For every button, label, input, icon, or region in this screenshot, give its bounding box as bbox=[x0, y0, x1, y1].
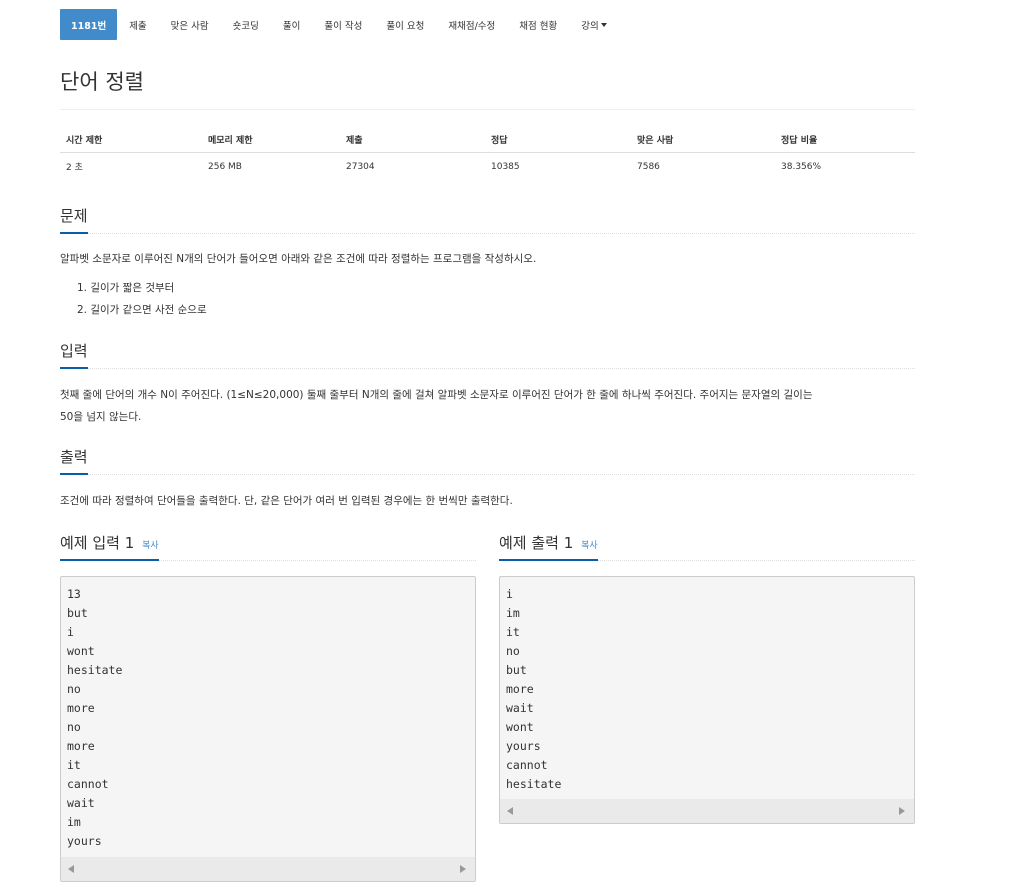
description-header: 문제 bbox=[60, 205, 915, 234]
nav-write-solution[interactable]: 풀이 작성 bbox=[312, 9, 374, 40]
list-item: 1. 길이가 짧은 것부터 bbox=[77, 282, 175, 294]
sample-input-box[interactable]: 13 but i wont hesitate no more no more it cannot wa… bbox=[60, 576, 476, 882]
input-text-line-2: 50을 넘지 않는다. bbox=[60, 411, 142, 423]
nav-short-coding[interactable]: 숏코딩 bbox=[221, 9, 271, 40]
input-text: 첫째 줄에 단어의 개수 N이 주어진다. (1≤N≤20,000) 둘째 줄부… bbox=[60, 384, 920, 428]
value-submissions: 27304 bbox=[346, 161, 375, 172]
code-line: wont bbox=[67, 644, 95, 658]
code-line: no bbox=[67, 720, 81, 734]
input-header: 입력 bbox=[60, 340, 915, 369]
problem-nav: 1181번 제출 맞은 사람 숏코딩 풀이 풀이 작성 풀이 요청 재채점/수정… bbox=[60, 9, 619, 40]
value-time-limit: 2 초 bbox=[66, 163, 83, 173]
code-line: but bbox=[67, 606, 88, 620]
nav-submit[interactable]: 제출 bbox=[117, 9, 158, 40]
sample-input-title-wrap: 예제 입력 1 복사 bbox=[60, 532, 159, 561]
sample-input-title: 예제 입력 1 bbox=[60, 534, 135, 552]
sample-output-header: 예제 출력 1 복사 bbox=[499, 532, 915, 561]
sample-input-code: 13 but i wont hesitate no more no more it cannot wa… bbox=[61, 577, 475, 851]
list-item: 2. 길이가 같으면 사전 순으로 bbox=[77, 304, 207, 316]
nav-lecture-dropdown[interactable]: 강의 bbox=[569, 9, 618, 40]
code-line: it bbox=[67, 758, 81, 772]
code-line: yours bbox=[67, 834, 102, 848]
section-divider bbox=[60, 233, 915, 234]
output-text: 조건에 따라 정렬하여 단어들을 출력한다. 단, 같은 단어가 여러 번 입력… bbox=[60, 495, 513, 507]
caret-down-icon bbox=[600, 22, 607, 27]
code-line: more bbox=[67, 739, 95, 753]
code-line: it bbox=[506, 625, 520, 639]
input-title: 입력 bbox=[60, 340, 88, 369]
code-line: wait bbox=[506, 701, 534, 715]
header-time-limit: 시간 제한 bbox=[60, 128, 202, 153]
code-line: i bbox=[506, 587, 513, 601]
copy-output-button[interactable]: 복사 bbox=[581, 541, 598, 551]
header-accepted: 정답 bbox=[485, 128, 631, 153]
sample-output-code: i im it no but more wait wont yours cannot hesitat… bbox=[500, 577, 914, 794]
horizontal-scrollbar[interactable] bbox=[500, 799, 914, 823]
nav-solutions[interactable]: 풀이 bbox=[271, 9, 312, 40]
nav-request-solution[interactable]: 풀이 요청 bbox=[374, 9, 436, 40]
table-row: 2 초 256 MB 27304 10385 7586 38.356% bbox=[60, 153, 915, 181]
code-line: no bbox=[67, 682, 81, 696]
title-divider bbox=[60, 109, 915, 110]
nav-problem-number[interactable]: 1181번 bbox=[60, 9, 118, 40]
value-accept-ratio: 38.356% bbox=[781, 161, 822, 172]
section-divider bbox=[60, 474, 915, 475]
nav-accepted-users[interactable]: 맞은 사람 bbox=[159, 9, 221, 40]
code-line: more bbox=[67, 701, 95, 715]
header-memory-limit: 메모리 제한 bbox=[202, 128, 340, 153]
scroll-right-icon[interactable] bbox=[460, 865, 466, 873]
sample-output-title: 예제 출력 1 bbox=[499, 534, 574, 552]
code-line: yours bbox=[506, 739, 541, 753]
code-line: cannot bbox=[506, 758, 548, 772]
output-title: 출력 bbox=[60, 446, 88, 475]
scroll-right-icon[interactable] bbox=[899, 807, 905, 815]
description-list: 1. 길이가 짧은 것부터 2. 길이가 같으면 사전 순으로 bbox=[77, 277, 207, 321]
code-line: more bbox=[506, 682, 534, 696]
sample-output-box[interactable]: i im it no but more wait wont yours cannot hesitat… bbox=[499, 576, 915, 824]
value-accepted: 10385 bbox=[491, 161, 520, 172]
page-title: 단어 정렬 bbox=[60, 70, 144, 94]
sample-input-header: 예제 입력 1 복사 bbox=[60, 532, 476, 561]
header-accept-ratio: 정답 비율 bbox=[775, 128, 915, 153]
code-line: cannot bbox=[67, 777, 109, 791]
header-submissions: 제출 bbox=[340, 128, 485, 153]
code-line: im bbox=[506, 606, 520, 620]
value-memory-limit: 256 MB bbox=[208, 161, 242, 172]
section-divider bbox=[60, 368, 915, 369]
value-solved-users: 7586 bbox=[637, 161, 660, 172]
code-line: but bbox=[506, 663, 527, 677]
code-line: 13 bbox=[67, 587, 81, 601]
table-header-row: 시간 제한 메모리 제한 제출 정답 맞은 사람 정답 비율 bbox=[60, 128, 915, 153]
code-line: wont bbox=[506, 720, 534, 734]
nav-status[interactable]: 채점 현황 bbox=[507, 9, 569, 40]
code-line: hesitate bbox=[67, 663, 123, 677]
nav-lecture-label: 강의 bbox=[581, 20, 599, 32]
copy-input-button[interactable]: 복사 bbox=[142, 541, 159, 551]
description-title: 문제 bbox=[60, 205, 88, 234]
code-line: no bbox=[506, 644, 520, 658]
input-text-line-1: 첫째 줄에 단어의 개수 N이 주어진다. (1≤N≤20,000) 둘째 줄부… bbox=[60, 389, 813, 401]
horizontal-scrollbar[interactable] bbox=[61, 857, 475, 881]
description-text: 알파벳 소문자로 이루어진 N개의 단어가 들어오면 아래와 같은 조건에 따라… bbox=[60, 253, 537, 265]
code-line: im bbox=[67, 815, 81, 829]
code-line: wait bbox=[67, 796, 95, 810]
code-line: hesitate bbox=[506, 777, 562, 791]
sample-output-title-wrap: 예제 출력 1 복사 bbox=[499, 532, 598, 561]
nav-rejudge[interactable]: 재채점/수정 bbox=[436, 9, 507, 40]
code-line: i bbox=[67, 625, 74, 639]
scroll-left-icon[interactable] bbox=[507, 807, 513, 815]
scroll-left-icon[interactable] bbox=[68, 865, 74, 873]
output-header: 출력 bbox=[60, 446, 915, 475]
problem-info-table: 시간 제한 메모리 제한 제출 정답 맞은 사람 정답 비율 2 초 256 M… bbox=[60, 128, 915, 180]
header-solved-users: 맞은 사람 bbox=[631, 128, 775, 153]
